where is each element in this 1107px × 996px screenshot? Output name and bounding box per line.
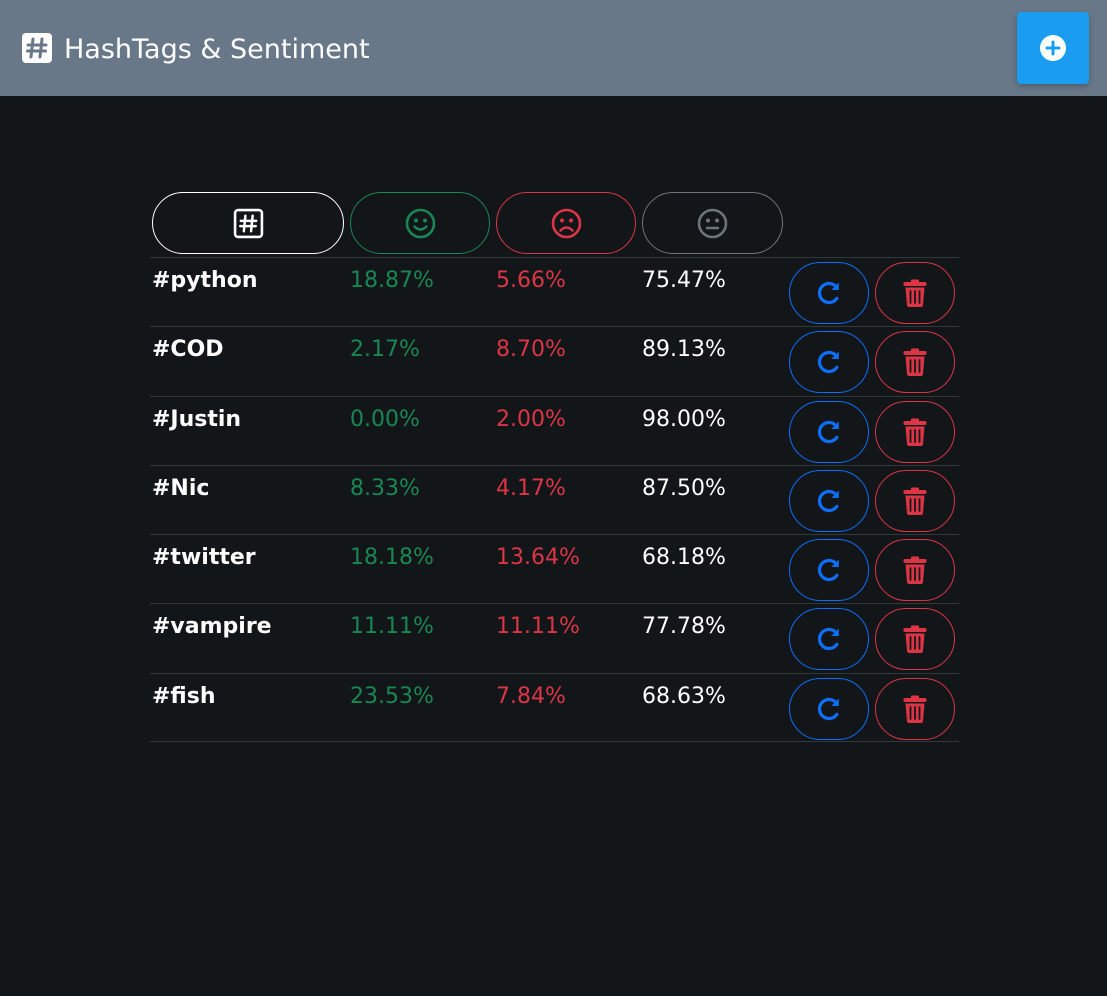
hashtag-cell: #Nic xyxy=(152,475,210,501)
positive-percent-cell: 8.33% xyxy=(350,475,420,501)
table-header xyxy=(150,192,959,257)
negative-percent-cell: 5.66% xyxy=(496,268,566,293)
trash-icon xyxy=(903,418,927,446)
frown-icon xyxy=(551,208,581,238)
hashtag-cell: #fish xyxy=(152,683,216,709)
refresh-icon xyxy=(818,489,839,512)
negative-percent-cell: 8.70% xyxy=(496,337,566,363)
refresh-button[interactable] xyxy=(789,400,869,463)
delete-button[interactable] xyxy=(875,262,955,324)
neutral-percent-cell: 75.47% xyxy=(642,268,726,293)
positive-percent-cell: 23.53% xyxy=(350,683,434,709)
positive-percent-cell: 2.17% xyxy=(350,337,420,363)
table-row: #python 18.87% 5.66% 75.47% xyxy=(150,257,959,326)
hashtag-cell: #twitter xyxy=(152,545,256,571)
refresh-button[interactable] xyxy=(789,469,869,532)
plus-circle-icon xyxy=(1040,35,1066,61)
refresh-button[interactable] xyxy=(789,539,869,602)
table-row: #Justin 0.00% 2.00% 98.00% xyxy=(150,395,959,465)
table-body: #python 18.87% 5.66% 75.47% #COD 2.17% 8… xyxy=(150,257,959,743)
positive-percent-cell: 18.18% xyxy=(350,545,434,571)
add-hashtag-button[interactable] xyxy=(1017,12,1089,84)
sort-by-negative-button[interactable] xyxy=(496,192,636,254)
table-row: #fish 23.53% 7.84% 68.63% xyxy=(150,672,959,743)
negative-percent-cell: 4.17% xyxy=(496,475,566,501)
app-title: HashTags & Sentiment xyxy=(64,34,370,65)
delete-button[interactable] xyxy=(875,608,955,671)
trash-icon xyxy=(903,625,927,654)
table-row: #Nic 8.33% 4.17% 87.50% xyxy=(150,464,959,534)
refresh-icon xyxy=(818,281,839,305)
smile-icon xyxy=(405,208,435,238)
refresh-icon xyxy=(818,628,839,651)
refresh-button[interactable] xyxy=(789,677,869,740)
refresh-icon xyxy=(818,420,839,443)
negative-percent-cell: 7.84% xyxy=(496,683,566,709)
table-row: #twitter 18.18% 13.64% 68.18% xyxy=(150,534,959,603)
neutral-percent-cell: 77.78% xyxy=(642,614,726,640)
negative-percent-cell: 2.00% xyxy=(496,406,566,432)
neutral-face-icon xyxy=(697,208,728,238)
delete-button[interactable] xyxy=(875,469,955,532)
negative-percent-cell: 11.11% xyxy=(496,614,580,640)
refresh-button[interactable] xyxy=(789,608,869,671)
sort-by-positive-button[interactable] xyxy=(350,192,490,254)
hashtag-square-icon xyxy=(22,33,52,63)
positive-percent-cell: 11.11% xyxy=(350,614,434,640)
refresh-icon xyxy=(818,559,839,582)
delete-button[interactable] xyxy=(875,677,955,740)
positive-percent-cell: 18.87% xyxy=(350,268,434,293)
neutral-percent-cell: 68.63% xyxy=(642,683,726,709)
brand: HashTags & Sentiment xyxy=(22,33,370,66)
sentiment-table: #python 18.87% 5.66% 75.47% #COD 2.17% 8… xyxy=(150,192,959,743)
top-navbar: HashTags & Sentiment xyxy=(0,0,1107,96)
refresh-button[interactable] xyxy=(789,262,869,324)
hashtag-cell: #COD xyxy=(152,337,224,363)
trash-icon xyxy=(903,556,927,585)
hashtag-cell: #python xyxy=(152,268,258,293)
hashtag-cell: #Justin xyxy=(152,406,242,432)
table-row: #COD 2.17% 8.70% 89.13% xyxy=(150,326,959,395)
trash-icon xyxy=(903,695,927,723)
negative-percent-cell: 13.64% xyxy=(496,545,580,571)
sort-by-neutral-button[interactable] xyxy=(642,192,783,254)
delete-button[interactable] xyxy=(875,331,955,394)
refresh-icon xyxy=(818,351,839,374)
neutral-percent-cell: 98.00% xyxy=(642,406,726,432)
refresh-icon xyxy=(818,697,839,720)
table-row: #vampire 11.11% 11.11% 77.78% xyxy=(150,603,959,672)
trash-icon xyxy=(903,487,927,515)
hashtag-cell: #vampire xyxy=(152,614,272,640)
refresh-button[interactable] xyxy=(789,331,869,394)
trash-icon xyxy=(903,348,927,377)
trash-icon xyxy=(903,279,927,307)
positive-percent-cell: 0.00% xyxy=(350,406,420,432)
delete-button[interactable] xyxy=(875,539,955,602)
delete-button[interactable] xyxy=(875,400,955,463)
sort-by-hashtag-button[interactable] xyxy=(152,192,344,254)
neutral-percent-cell: 89.13% xyxy=(642,337,726,363)
neutral-percent-cell: 68.18% xyxy=(642,545,726,571)
neutral-percent-cell: 87.50% xyxy=(642,475,726,501)
hashtag-square-icon xyxy=(233,208,263,238)
